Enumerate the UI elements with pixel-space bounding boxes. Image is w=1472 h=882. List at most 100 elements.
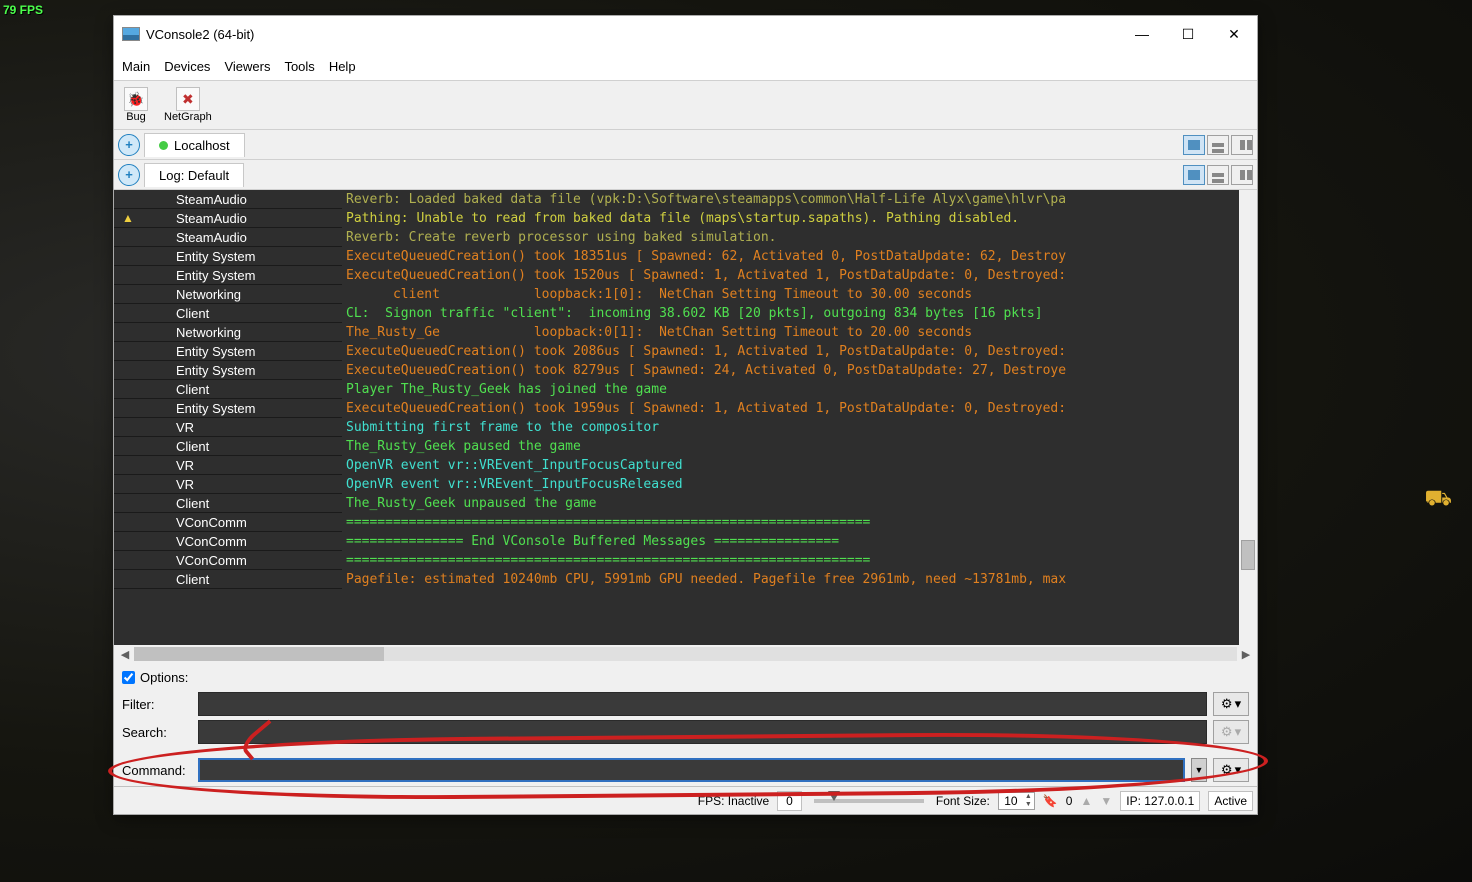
log-source-row[interactable]: Entity System [114,399,342,418]
close-button[interactable]: ✕ [1211,16,1257,52]
log-message-row[interactable]: ExecuteQueuedCreation() took 18351us [ S… [346,247,1239,266]
search-input[interactable] [198,720,1207,744]
log-message-row[interactable]: The_Rusty_Geek unpaused the game [346,494,1239,513]
log-message-row[interactable]: =============== End VConsole Buffered Me… [346,532,1239,551]
horizontal-scrollbar[interactable]: ◀ ▶ [114,645,1257,663]
maximize-button[interactable]: ☐ [1165,16,1211,52]
log-source-row[interactable]: Client [114,570,342,589]
vconsole-window: VConsole2 (64-bit) — ☐ ✕ Main Devices Vi… [113,15,1258,815]
log-source-row[interactable]: Client [114,494,342,513]
log-message-row[interactable]: ========================================… [346,551,1239,570]
log-message-row[interactable]: ========================================… [346,513,1239,532]
log-source-row[interactable]: Client [114,380,342,399]
tool-bug[interactable]: 🐞 Bug [124,87,148,123]
add-log-button[interactable]: + [118,164,140,186]
titlebar[interactable]: VConsole2 (64-bit) — ☐ ✕ [114,16,1257,52]
log-message-row[interactable]: ExecuteQueuedCreation() took 1959us [ Sp… [346,399,1239,418]
log-view-split-v-button[interactable] [1231,165,1253,185]
bug-icon: 🐞 [124,87,148,111]
log-source-row[interactable]: VR [114,456,342,475]
status-state: Active [1208,791,1253,811]
log-source-row[interactable]: Entity System [114,342,342,361]
options-checkbox[interactable] [122,671,135,684]
log-source-row[interactable]: VConComm [114,513,342,532]
log-view-split-h-button[interactable] [1207,165,1229,185]
log-source-row[interactable]: ▲SteamAudio [114,209,342,228]
log-message-row[interactable]: Reverb: Loaded baked data file (vpk:D:\S… [346,190,1239,209]
log-message-row[interactable]: Pagefile: estimated 10240mb CPU, 5991mb … [346,570,1239,589]
view-single-button[interactable] [1183,135,1205,155]
log-message-row[interactable]: ExecuteQueuedCreation() took 8279us [ Sp… [346,361,1239,380]
log-source-row[interactable]: SteamAudio [114,190,342,209]
filter-label: Filter: [122,697,192,712]
log-message-row[interactable]: OpenVR event vr::VREvent_InputFocusCaptu… [346,456,1239,475]
log-source-row[interactable]: Networking [114,285,342,304]
filter-gear-button[interactable]: ⚙▾ [1213,692,1249,716]
log-area: SteamAudio▲SteamAudioSteamAudioEntity Sy… [114,190,1257,663]
command-gear-button[interactable]: ⚙▾ [1213,758,1249,782]
gear-icon: ⚙ [1221,762,1233,778]
connection-tab-localhost[interactable]: Localhost [144,133,245,157]
statusbar: FPS: Inactive 0 Font Size: ▲▼ 🔖 0 ▲ ▼ IP… [114,786,1257,814]
fontsize-spinner[interactable]: ▲▼ [998,792,1035,810]
log-message-column: Reverb: Loaded baked data file (vpk:D:\S… [342,190,1239,645]
menu-help[interactable]: Help [329,59,356,74]
log-source-row[interactable]: Entity System [114,266,342,285]
log-source-row[interactable]: SteamAudio [114,228,342,247]
view-split-h-button[interactable] [1207,135,1229,155]
log-source-row[interactable]: Entity System [114,247,342,266]
warning-icon: ▲ [122,211,134,225]
log-source-row[interactable]: VConComm [114,532,342,551]
add-connection-button[interactable]: + [118,134,140,156]
log-message-row[interactable]: Reverb: Create reverb processor using ba… [346,228,1239,247]
game-hud-icon: ⛟ [1424,485,1452,514]
log-message-row[interactable]: Submitting first frame to the compositor [346,418,1239,437]
log-message-row[interactable]: Pathing: Unable to read from baked data … [346,209,1239,228]
step-value: 0 [1066,794,1073,808]
connection-tab-label: Localhost [174,138,230,153]
search-label: Search: [122,725,192,740]
filter-input[interactable] [198,692,1207,716]
log-source-row[interactable]: VR [114,475,342,494]
menu-main[interactable]: Main [122,59,150,74]
step-down-icon[interactable]: ▼ [1100,794,1112,808]
toolbar: 🐞 Bug ✖ NetGraph [114,80,1257,130]
minimize-button[interactable]: — [1119,16,1165,52]
log-message-row[interactable]: OpenVR event vr::VREvent_InputFocusRelea… [346,475,1239,494]
view-split-v-button[interactable] [1231,135,1253,155]
bottom-panel: Options: Filter: ⚙▾ Search: ⚙▾ Command: … [114,663,1257,786]
log-source-row[interactable]: VR [114,418,342,437]
log-source-row[interactable]: Networking [114,323,342,342]
menubar: Main Devices Viewers Tools Help [114,52,1257,80]
log-message-row[interactable]: ExecuteQueuedCreation() took 1520us [ Sp… [346,266,1239,285]
menu-viewers[interactable]: Viewers [224,59,270,74]
command-dropdown-button[interactable]: ▼ [1191,758,1207,782]
log-tab-default[interactable]: Log: Default [144,163,244,187]
log-message-row[interactable]: Player The_Rusty_Geek has joined the gam… [346,380,1239,399]
status-fps-value: 0 [777,791,802,811]
log-source-row[interactable]: Client [114,304,342,323]
log-source-row[interactable]: Client [114,437,342,456]
netgraph-icon: ✖ [176,87,200,111]
connection-tabrow: + Localhost [114,130,1257,160]
status-fontsize-label: Font Size: [936,794,990,808]
step-up-icon[interactable]: ▲ [1080,794,1092,808]
fontsize-input[interactable] [999,794,1023,808]
log-message-row[interactable]: The_Rusty_Geek paused the game [346,437,1239,456]
bookmark-icon[interactable]: 🔖 [1043,794,1058,808]
log-view-single-button[interactable] [1183,165,1205,185]
vertical-scrollbar[interactable] [1239,190,1257,645]
log-message-row[interactable]: client loopback:1[0]: NetChan Setting Ti… [346,285,1239,304]
log-source-row[interactable]: Entity System [114,361,342,380]
menu-tools[interactable]: Tools [284,59,314,74]
log-message-row[interactable]: CL: Signon traffic "client": incoming 38… [346,304,1239,323]
log-message-row[interactable]: ExecuteQueuedCreation() took 2086us [ Sp… [346,342,1239,361]
tool-netgraph-label: NetGraph [164,111,212,123]
log-message-row[interactable]: The_Rusty_Ge loopback:0[1]: NetChan Sett… [346,323,1239,342]
tool-netgraph[interactable]: ✖ NetGraph [164,87,212,123]
log-source-row[interactable]: VConComm [114,551,342,570]
search-gear-button[interactable]: ⚙▾ [1213,720,1249,744]
command-input[interactable] [198,758,1185,782]
menu-devices[interactable]: Devices [164,59,210,74]
fps-slider[interactable] [814,799,924,803]
